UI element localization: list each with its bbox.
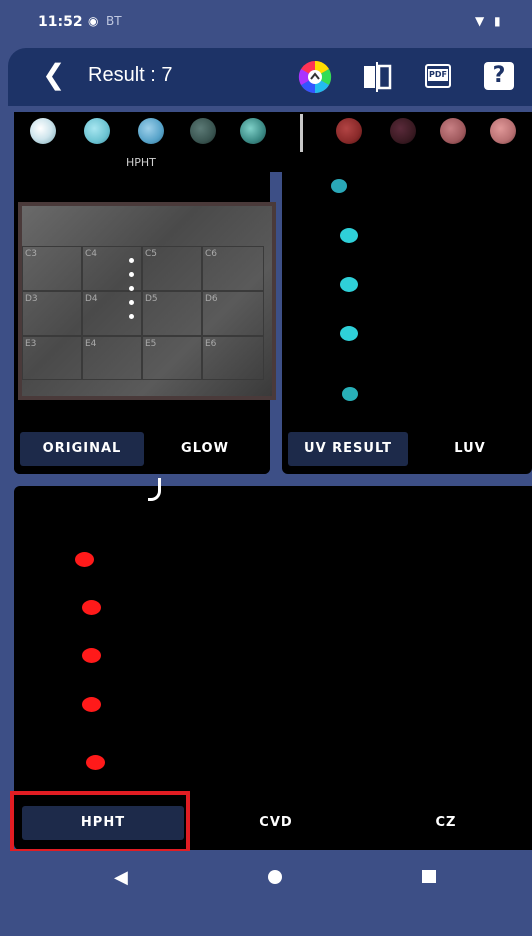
system-nav-bar: ◀ [0,851,532,936]
compare-icon[interactable] [360,60,394,94]
uv-result-dot [342,387,358,401]
swatch-4 [190,118,216,144]
uv-result-dot [340,228,358,243]
grid-cell: C6 [202,246,264,291]
swatch-5 [240,118,266,144]
wifi-icon: ▼ [475,14,485,28]
grid-cell: E3 [22,336,82,380]
hpht-result-dot [82,600,101,615]
uv-result-dot [331,179,347,193]
pdf-icon[interactable]: PDF [422,60,456,94]
sample-marker [129,314,134,319]
recents-square-icon[interactable] [422,870,436,883]
status-bar: 11:52 ◉ BT ▼ ▮ [0,0,532,48]
grid-cell: C4 [82,246,142,291]
uv-result-dot [340,277,358,292]
app-bar: ❮ Result : 7 PDF ? [8,48,532,106]
back-triangle-icon[interactable]: ◀ [114,867,128,888]
color-wheel-icon[interactable] [298,60,332,94]
sample-marker [129,300,134,305]
page-title: Result : 7 [88,64,173,86]
sample-tray-image: C3 C4 C5 C6 D3 D4 D5 D6 E3 E4 E5 E6 [18,202,276,400]
uv-swatch-4 [490,118,516,144]
swatch-2 [84,118,110,144]
uv-swatch-2 [390,118,416,144]
divider [300,114,303,152]
help-icon-label: ? [484,62,514,90]
hpht-result-dot [75,552,94,567]
back-button[interactable]: ❮ [42,60,65,90]
uv-swatch-3 [440,118,466,144]
swatch-1 [30,118,56,144]
grid-cell: C5 [142,246,202,291]
help-icon[interactable]: ? [482,60,516,94]
sample-marker [129,272,134,277]
home-circle-icon[interactable] [268,870,282,884]
grid-cell: E4 [82,336,142,380]
hpht-result-dot [82,648,101,663]
tab-cz[interactable]: CZ [366,806,526,840]
pdf-icon-label: PDF [428,69,448,81]
swatch-3 [138,118,164,144]
grid-cell: D6 [202,291,264,336]
uv-result-dot [340,326,358,341]
grid-cell: E5 [142,336,202,380]
sample-marker [129,286,134,291]
tab-glow[interactable]: GLOW [146,432,264,466]
hpht-result-dot [86,755,105,770]
grid-cell: E6 [202,336,264,380]
tab-original[interactable]: ORIGINAL [20,432,144,466]
battery-icon: ▮ [494,14,501,28]
uv-swatch-1 [336,118,362,144]
sample-marker [129,258,134,263]
tab-uv-result[interactable]: UV RESULT [288,432,408,466]
status-time: 11:52 [38,14,83,30]
tab-cvd[interactable]: CVD [196,806,356,840]
grid-cell: D5 [142,291,202,336]
panel-label-hpht: HPHT [126,156,156,169]
grid-cell: C3 [22,246,82,291]
hpht-result-dot [82,697,101,712]
status-bt-label: BT [106,14,122,28]
sync-icon: ◉ [88,14,99,28]
uv-result-panel [282,168,532,474]
grid-cell: D3 [22,291,82,336]
selection-highlight [10,791,190,853]
tab-luv[interactable]: LUV [412,432,528,466]
